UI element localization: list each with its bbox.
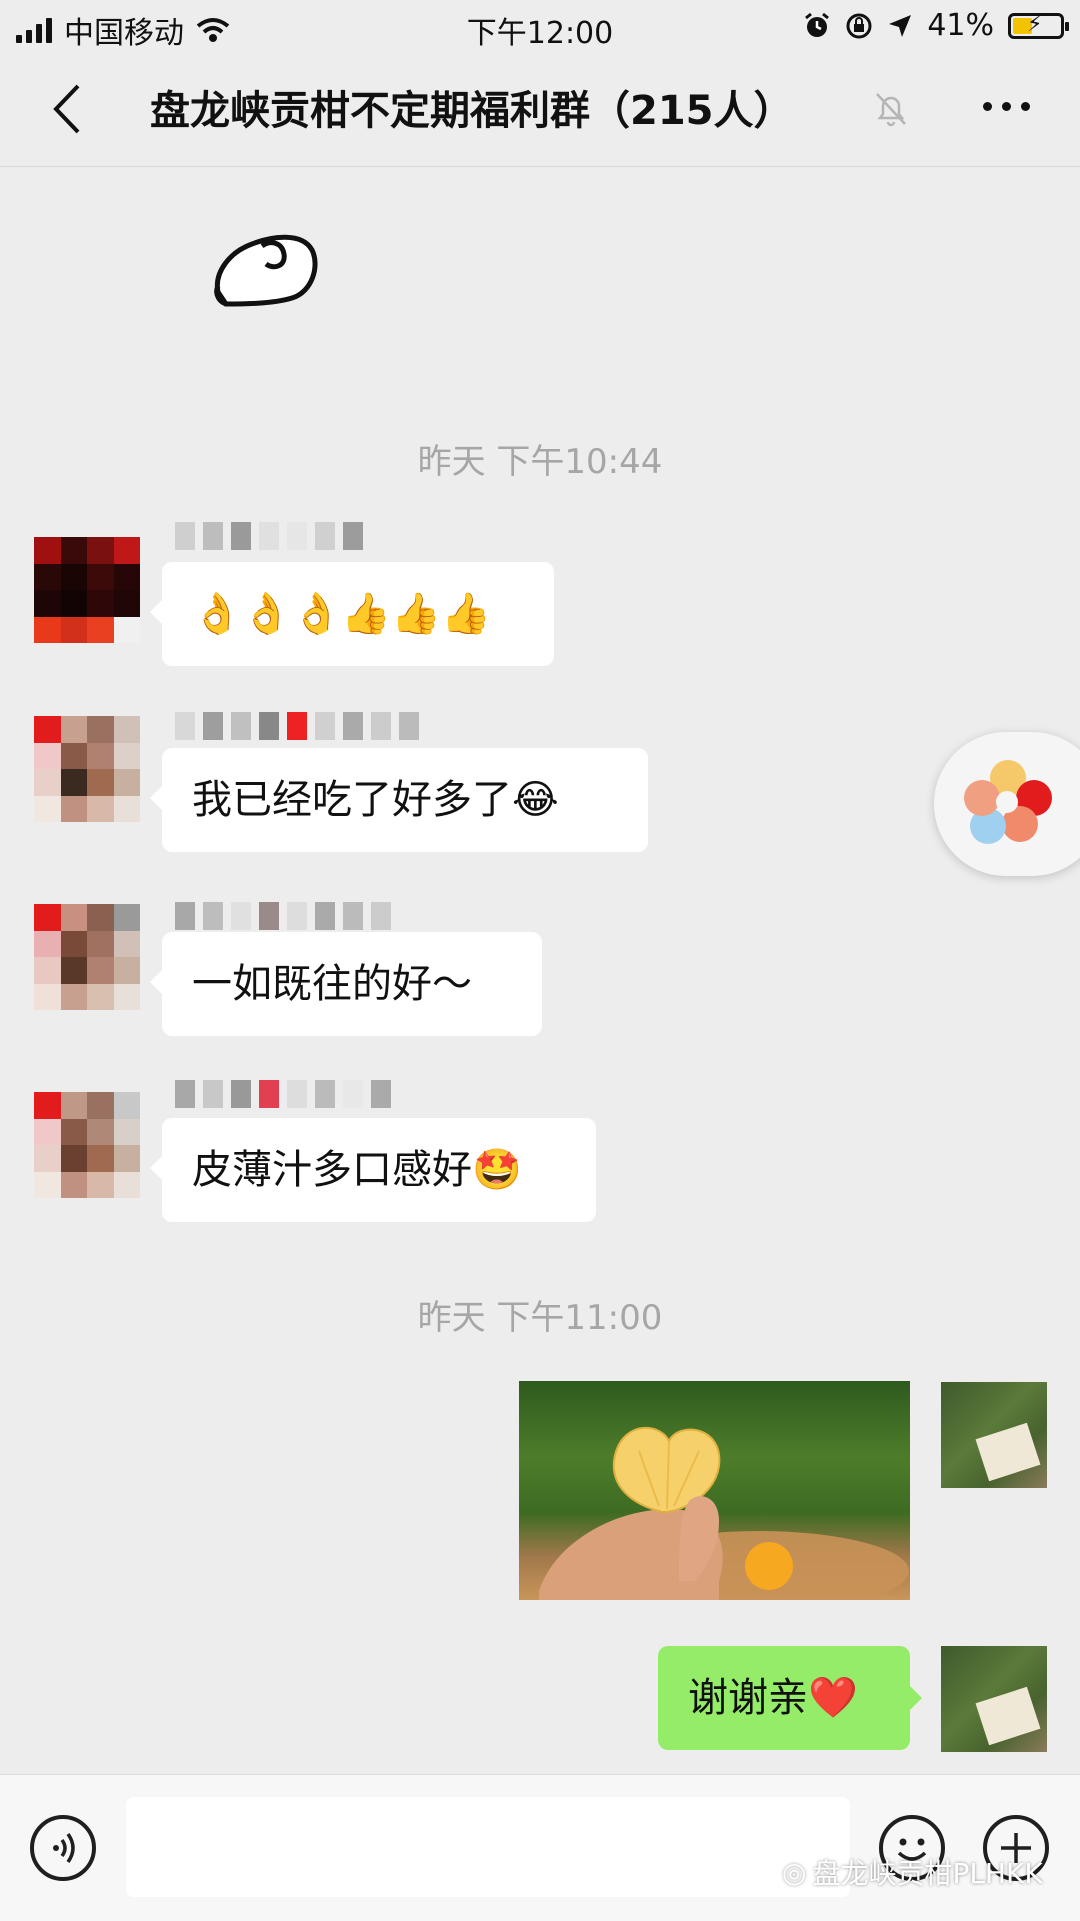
battery-icon: ⚡ [1008, 12, 1069, 39]
wechat-logo-icon: ◎ [782, 1855, 807, 1889]
rotation-lock-icon [846, 13, 872, 38]
message-bubble[interactable]: 我已经吃了好多了😂 [150, 748, 648, 852]
avatar[interactable] [34, 1092, 140, 1198]
chat-header: 盘龙峡贡柑不定期福利群（215人） [0, 52, 1080, 167]
orange-photo-image [539, 1427, 909, 1600]
fist-sticker-icon [214, 234, 318, 307]
battery-percent: 41% [927, 8, 994, 43]
nickname-blurred [175, 712, 419, 740]
nickname-blurred [175, 522, 363, 550]
input-bar [0, 1774, 1080, 1921]
back-icon[interactable] [48, 82, 88, 136]
avatar[interactable] [34, 537, 140, 643]
alarm-icon [805, 12, 830, 37]
status-bar: 中国移动 下午12:00 41% ⚡ [0, 0, 1080, 52]
my-avatar[interactable] [941, 1646, 1047, 1752]
photo-message[interactable] [519, 1381, 910, 1600]
chat-title: 盘龙峡贡柑不定期福利群（215人） [150, 88, 794, 134]
message-bubble[interactable]: 一如既往的好～ [150, 932, 542, 1036]
timestamp: 昨天 下午10:44 [417, 442, 663, 482]
location-icon [889, 14, 912, 37]
message-bubble[interactable]: 👌👌👌👍👍👍 [150, 562, 554, 666]
nickname-blurred [175, 1080, 391, 1108]
message-input[interactable] [126, 1797, 850, 1897]
my-message-bubble[interactable]: 谢谢亲❤️ [658, 1646, 922, 1750]
nickname-blurred [175, 902, 391, 930]
voice-button[interactable] [30, 1815, 96, 1881]
voice-icon [53, 1832, 75, 1864]
message-bubble[interactable]: 皮薄汁多口感好🤩 [150, 1118, 596, 1222]
avatar[interactable] [34, 716, 140, 822]
my-avatar[interactable] [941, 1382, 1047, 1488]
timestamp: 昨天 下午11:00 [417, 1298, 663, 1338]
floating-assistant-button[interactable] [934, 732, 1080, 876]
mute-bell-icon [876, 93, 906, 127]
more-icon[interactable] [983, 102, 1030, 111]
watermark-text: 盘龙峡贡柑PLHKK [812, 1857, 1043, 1890]
avatar[interactable] [34, 904, 140, 1010]
pinwheel-icon [964, 760, 1052, 844]
watermark: ◎ 盘龙峡贡柑PLHKK [782, 1852, 1043, 1892]
